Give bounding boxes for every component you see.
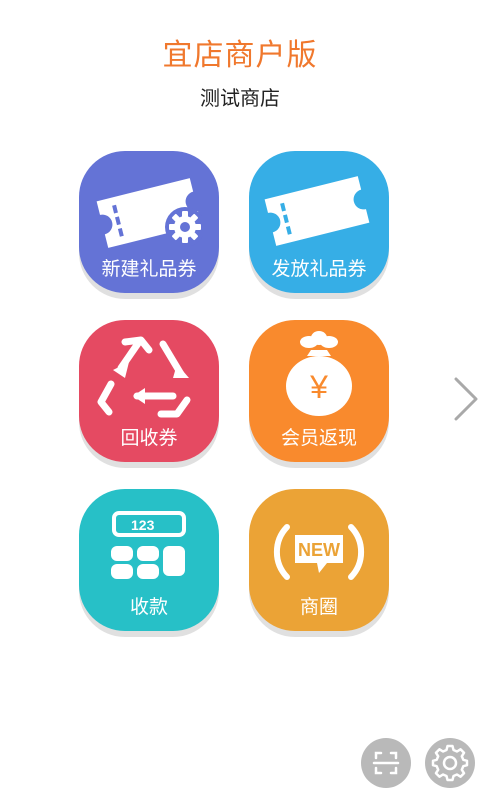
chevron-right-icon bbox=[454, 377, 478, 421]
collect-payment-button[interactable]: 123 收款 bbox=[79, 489, 219, 631]
recycle-voucher-button[interactable]: 回收券 bbox=[79, 320, 219, 462]
tile-label: 新建礼品券 bbox=[101, 258, 197, 280]
issue-gift-voucher-button[interactable]: 发放礼品券 bbox=[249, 151, 389, 293]
settings-button[interactable] bbox=[425, 738, 475, 788]
tile-label: 商圈 bbox=[299, 596, 338, 618]
business-circle-button[interactable]: NEW 商圈 bbox=[249, 489, 389, 631]
app-screen: 宜店商户版 测试商店 新建礼品券 发放礼品券 回收券 ¥ 会员返现 123 收款… bbox=[0, 0, 480, 800]
tile-label: 会员返现 bbox=[280, 427, 357, 449]
scan-button[interactable] bbox=[361, 738, 411, 788]
settings-gear-icon bbox=[431, 744, 469, 782]
new-badge-text: NEW bbox=[298, 540, 340, 560]
next-page-button[interactable] bbox=[452, 375, 480, 423]
scan-icon bbox=[372, 751, 400, 775]
member-cashback-button[interactable]: ¥ 会员返现 bbox=[249, 320, 389, 462]
tile-label: 回收券 bbox=[120, 427, 178, 449]
app-title: 宜店商户版 bbox=[162, 38, 318, 73]
create-gift-voucher-button[interactable]: 新建礼品券 bbox=[79, 151, 219, 293]
yen-symbol: ¥ bbox=[309, 369, 328, 405]
tile-label: 收款 bbox=[129, 596, 168, 618]
tile-label: 发放礼品券 bbox=[271, 258, 367, 280]
store-name: 测试商店 bbox=[200, 86, 280, 110]
calculator-display-text: 123 bbox=[131, 517, 155, 533]
